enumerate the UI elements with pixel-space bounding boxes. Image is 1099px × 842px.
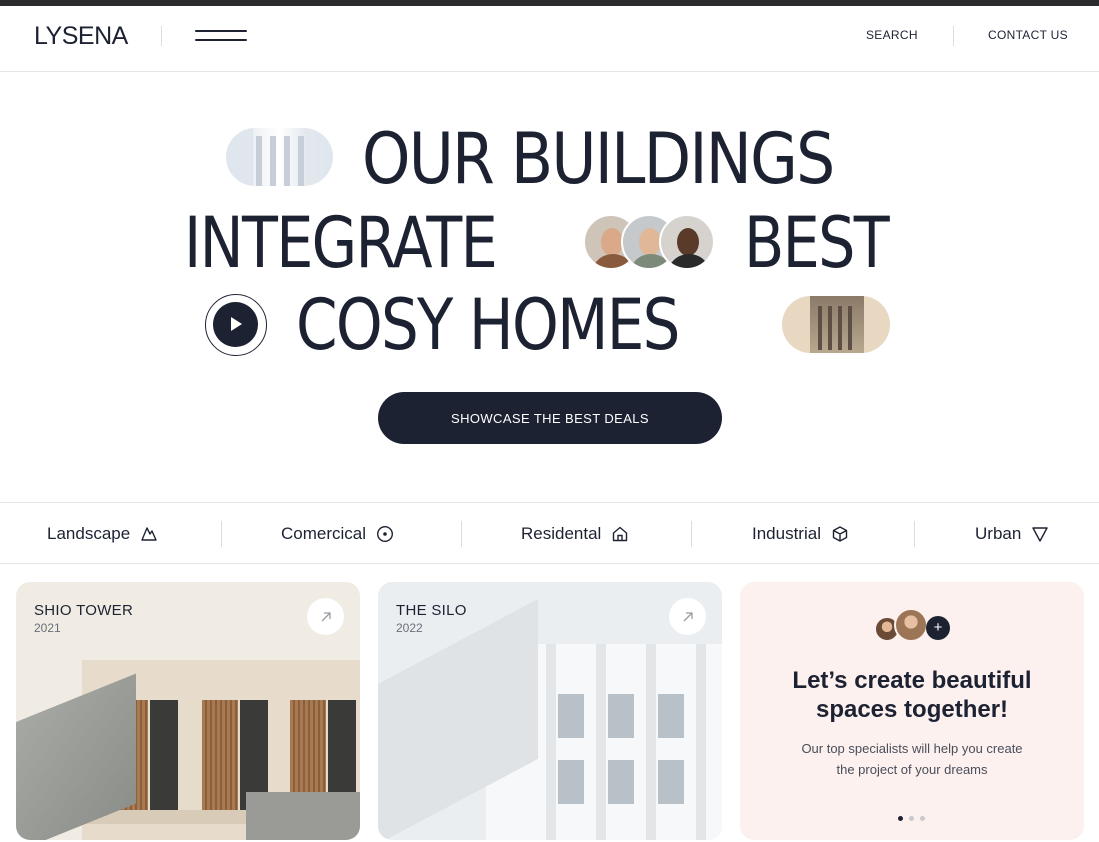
add-specialist-button[interactable]: + xyxy=(926,616,950,640)
promo-text-line: Our top specialists will help you create xyxy=(801,741,1023,756)
hamburger-menu-button[interactable] xyxy=(195,26,247,46)
carousel-dot[interactable] xyxy=(920,816,925,821)
menu-line xyxy=(195,39,247,41)
project-card-the-silo[interactable]: THE SILO 2022 xyxy=(378,582,722,840)
open-project-button[interactable] xyxy=(669,598,706,635)
category-commercial[interactable]: Comercical xyxy=(281,503,394,565)
card-title: THE SILO xyxy=(396,602,467,619)
category-industrial[interactable]: Industrial xyxy=(752,503,849,565)
category-label: Comercical xyxy=(281,524,367,543)
nav-divider xyxy=(953,26,954,46)
card-year: 2022 xyxy=(396,621,423,635)
nav-search-link[interactable]: SEARCH xyxy=(866,28,918,42)
carousel-dot-active[interactable] xyxy=(898,816,903,821)
category-label: Landscape xyxy=(47,524,131,543)
concrete-block-image xyxy=(246,792,360,840)
category-residential[interactable]: Residental xyxy=(521,503,629,565)
card-year: 2021 xyxy=(34,621,61,635)
category-label: Urban xyxy=(975,524,1022,543)
carousel-dot[interactable] xyxy=(909,816,914,821)
mountain-icon xyxy=(141,527,157,541)
arrow-up-right-icon xyxy=(683,611,693,621)
play-icon xyxy=(213,302,258,347)
category-divider xyxy=(461,521,462,547)
category-urban[interactable]: Urban xyxy=(975,503,1049,565)
project-card-shio-tower[interactable]: SHIO TOWER 2021 xyxy=(16,582,360,840)
nav-contact-link[interactable]: CONTACT US xyxy=(988,28,1068,42)
promo-heading-line: spaces together! xyxy=(815,696,1009,723)
triangle-down-icon xyxy=(1032,527,1049,542)
carousel-dots xyxy=(898,816,928,822)
category-label: Residental xyxy=(521,524,602,543)
category-bar: Landscape Comercical Residental Industri… xyxy=(0,502,1099,564)
hero-headline-line-2b: BEST xyxy=(744,202,890,284)
category-label: Industrial xyxy=(752,524,821,543)
card-title: SHIO TOWER xyxy=(34,602,134,619)
promo-heading-line: Let’s create beautiful xyxy=(792,667,1032,694)
specialist-avatars: + xyxy=(874,608,954,642)
play-video-button[interactable] xyxy=(205,294,267,356)
open-project-button[interactable] xyxy=(307,598,344,635)
team-avatars xyxy=(583,214,717,272)
category-divider xyxy=(914,521,915,547)
target-icon xyxy=(377,525,394,543)
hero-building-thumb-1 xyxy=(226,128,333,186)
brand-logo[interactable]: LYSENA xyxy=(34,22,128,51)
header-divider xyxy=(161,26,162,46)
cube-icon xyxy=(832,526,848,542)
home-icon xyxy=(613,526,628,542)
promo-text: Our top specialists will help you create… xyxy=(780,738,1044,780)
avatar xyxy=(894,608,928,642)
hero-headline-line-2a: INTEGRATE xyxy=(184,202,498,284)
category-divider xyxy=(221,521,222,547)
category-landscape[interactable]: Landscape xyxy=(47,503,158,565)
site-header: LYSENA SEARCH CONTACT US xyxy=(0,6,1099,72)
category-divider xyxy=(691,521,692,547)
avatar xyxy=(659,214,715,270)
menu-line xyxy=(195,30,247,32)
hero-headline-line-3: COSY HOMES xyxy=(296,284,680,366)
promo-text-line: the project of your dreams xyxy=(836,762,988,777)
hero-headline-line-1: OUR BUILDINGS xyxy=(362,118,835,200)
hero-building-thumb-2 xyxy=(782,296,890,353)
promo-heading: Let’s create beautiful spaces together! xyxy=(740,666,1084,724)
arrow-up-right-icon xyxy=(321,611,331,621)
showcase-deals-button[interactable]: SHOWCASE THE BEST DEALS xyxy=(378,392,722,444)
promo-card: + Let’s create beautiful spaces together… xyxy=(740,582,1084,840)
